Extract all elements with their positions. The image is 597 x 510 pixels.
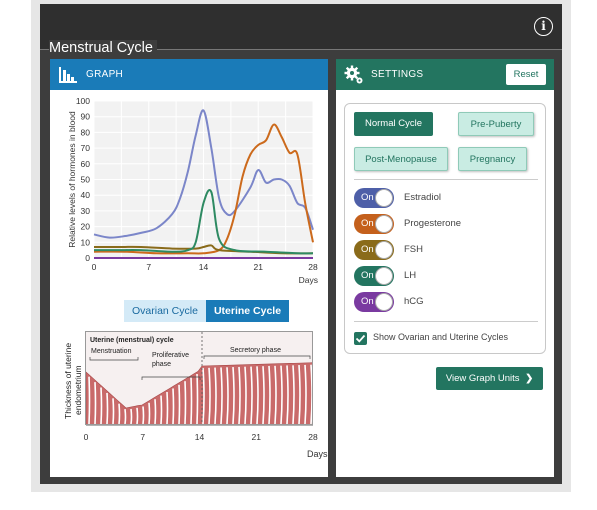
lh-label: LH bbox=[404, 270, 417, 281]
view-graph-units-button[interactable]: View Graph Units ❯ bbox=[436, 367, 543, 390]
divider bbox=[354, 179, 538, 180]
progesterone-label: Progesterone bbox=[404, 218, 462, 229]
toggle-row-lh: On LH bbox=[354, 266, 538, 286]
preset-normal-cycle[interactable]: Normal Cycle bbox=[354, 112, 433, 136]
fsh-label: FSH bbox=[404, 244, 423, 255]
settings-box: Normal Cycle Pre-Puberty Post-Menopause … bbox=[344, 103, 546, 354]
gear-icon bbox=[344, 65, 363, 84]
uterine-x-tick: 14 bbox=[195, 432, 205, 442]
x-axis-label: Days bbox=[299, 275, 318, 285]
fsh-toggle[interactable]: On bbox=[354, 240, 394, 260]
divider bbox=[354, 321, 538, 322]
y-tick-label: 90 bbox=[81, 112, 91, 122]
x-tick-label: 0 bbox=[92, 262, 97, 272]
phase-menstruation: Menstruation bbox=[91, 348, 132, 355]
uterine-figure-title: Uterine (menstrual) cycle bbox=[90, 337, 174, 344]
uterine-x-tick: 28 bbox=[308, 432, 318, 442]
checkmark-icon bbox=[355, 334, 366, 343]
info-icon[interactable]: i bbox=[534, 17, 553, 36]
tab-uterine-cycle[interactable]: Uterine Cycle bbox=[205, 300, 290, 322]
settings-panel: SETTINGS Reset Normal Cycle Pre-Puberty … bbox=[336, 59, 554, 477]
graph-header-title: GRAPH bbox=[86, 69, 124, 80]
uterine-x-tick: 0 bbox=[84, 432, 89, 442]
toggle-row-fsh: On FSH bbox=[354, 240, 538, 260]
chevron-right-icon: ❯ bbox=[525, 373, 534, 384]
uterine-cycle-figure: Uterine (menstrual) cycle Menstruation P… bbox=[85, 331, 313, 425]
show-cycles-label: Show Ovarian and Uterine Cycles bbox=[373, 332, 509, 342]
y-tick-label: 0 bbox=[85, 253, 90, 263]
y-tick-label: 60 bbox=[81, 159, 91, 169]
x-tick-label: 14 bbox=[199, 262, 209, 272]
graph-panel: GRAPH 0 10 20 30 40 50 60 70 80 90 100 0 7 14 21 28 Days… bbox=[50, 59, 328, 477]
y-tick-label: 50 bbox=[81, 175, 91, 185]
uterine-ylabel-line2: endometrium bbox=[73, 365, 83, 415]
lh-toggle[interactable]: On bbox=[354, 266, 394, 286]
uterine-x-tick: 21 bbox=[252, 432, 262, 442]
cycle-tabs: Ovarian Cycle Uterine Cycle bbox=[124, 300, 290, 322]
app-window: i Menstrual Cycle GRAPH 0 10 20 30 40 50 60 70 8… bbox=[40, 4, 562, 484]
y-tick-label: 20 bbox=[81, 222, 91, 232]
show-cycles-checkbox[interactable] bbox=[354, 332, 367, 345]
app-title: Menstrual Cycle bbox=[49, 40, 157, 56]
uterine-ylabel-line1: Thickness of uterine bbox=[63, 343, 73, 419]
preset-pregnancy[interactable]: Pregnancy bbox=[458, 147, 527, 171]
preset-pre-puberty[interactable]: Pre-Puberty bbox=[458, 112, 534, 136]
settings-header-title: SETTINGS bbox=[371, 69, 424, 80]
estradiol-toggle[interactable]: On bbox=[354, 188, 394, 208]
hcg-label: hCG bbox=[404, 296, 424, 307]
bar-chart-icon bbox=[59, 67, 77, 83]
progesterone-toggle[interactable]: On bbox=[354, 214, 394, 234]
hcg-toggle[interactable]: On bbox=[354, 292, 394, 312]
preset-post-menopause[interactable]: Post-Menopause bbox=[354, 147, 448, 171]
y-tick-label: 10 bbox=[81, 237, 91, 247]
uterine-y-axis-label: Thickness of uterine endometrium bbox=[63, 343, 83, 419]
x-tick-label: 28 bbox=[308, 262, 318, 272]
uterine-x-tick: 7 bbox=[140, 432, 145, 442]
reset-button[interactable]: Reset bbox=[506, 64, 546, 85]
uterine-xlabel: Days bbox=[307, 449, 328, 459]
y-axis-label: Relative levels of hormones in blood bbox=[67, 111, 77, 248]
x-tick-label: 7 bbox=[146, 262, 151, 272]
y-tick-label: 100 bbox=[76, 96, 90, 106]
y-tick-label: 70 bbox=[81, 143, 91, 153]
y-tick-label: 40 bbox=[81, 190, 91, 200]
graph-header: GRAPH bbox=[50, 59, 328, 90]
toggle-row-progesterone: On Progesterone bbox=[354, 214, 538, 234]
toggle-row-estradiol: On Estradiol bbox=[354, 188, 538, 208]
estradiol-label: Estradiol bbox=[404, 192, 441, 203]
hormone-line-chart: 0 10 20 30 40 50 60 70 80 90 100 0 7 14 21 28 Days Relati… bbox=[67, 96, 318, 285]
phase-secretory: Secretory phase bbox=[230, 347, 281, 354]
x-tick-label: 21 bbox=[254, 262, 264, 272]
y-tick-label: 30 bbox=[81, 206, 91, 216]
uterine-x-axis: 0 7 14 21 28 Days bbox=[84, 425, 328, 459]
tab-ovarian-cycle[interactable]: Ovarian Cycle bbox=[124, 300, 206, 322]
settings-header: SETTINGS Reset bbox=[336, 59, 554, 90]
toggle-row-hcg: On hCG bbox=[354, 292, 538, 312]
view-graph-units-label: View Graph Units bbox=[445, 373, 520, 384]
y-tick-label: 80 bbox=[81, 127, 91, 137]
